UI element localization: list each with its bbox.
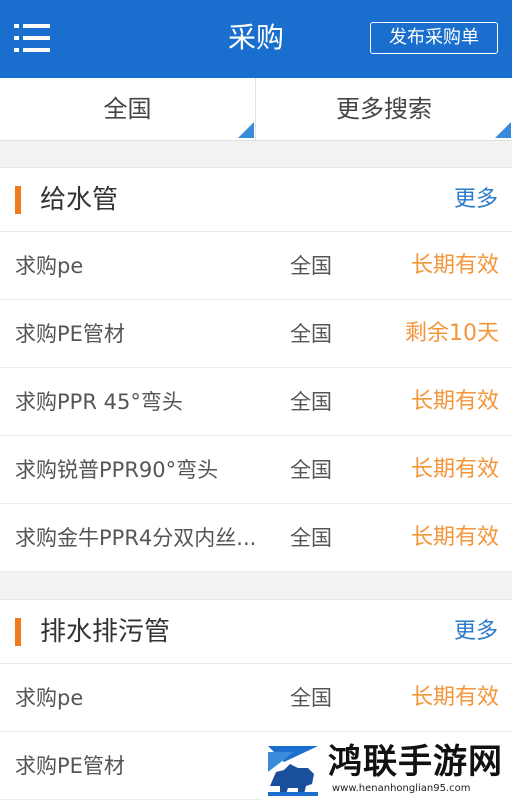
item-status: 剩余10天 bbox=[405, 321, 499, 346]
list-item[interactable]: 求购pe 全国 长期有效 bbox=[0, 232, 512, 300]
filter-bar: 全国 更多搜索 bbox=[0, 78, 512, 141]
site-watermark: 鸿联手游网 www.henanhonglian95.com bbox=[262, 740, 512, 800]
more-link[interactable]: 更多 bbox=[454, 616, 498, 648]
item-title: 求购PPR 45°弯头 bbox=[15, 390, 183, 414]
item-region: 全国 bbox=[290, 390, 332, 414]
section-marker bbox=[15, 186, 21, 214]
more-search-filter[interactable]: 更多搜索 bbox=[256, 78, 512, 140]
list-item[interactable]: 求购PPR 45°弯头 全国 长期有效 bbox=[0, 368, 512, 436]
dropdown-corner-icon bbox=[495, 122, 511, 138]
item-status: 长期有效 bbox=[410, 457, 499, 482]
item-title: 求购pe bbox=[15, 254, 84, 278]
item-title: 求购PE管材 bbox=[15, 322, 125, 346]
watermark-name: 鸿联手游网 bbox=[328, 742, 503, 782]
section-header: 给水管 更多 bbox=[0, 168, 512, 232]
section-header: 排水排污管 更多 bbox=[0, 600, 512, 664]
item-region: 全国 bbox=[290, 526, 332, 550]
list-item[interactable]: 求购金牛PPR4分双内丝... 全国 长期有效 bbox=[0, 504, 512, 572]
region-filter[interactable]: 全国 bbox=[0, 78, 256, 140]
item-region: 全国 bbox=[290, 254, 332, 278]
section-marker bbox=[15, 618, 21, 646]
item-title: 求购锐普PPR90°弯头 bbox=[15, 458, 219, 482]
more-link[interactable]: 更多 bbox=[454, 184, 498, 216]
bull-logo-icon bbox=[264, 742, 322, 798]
region-filter-label: 全国 bbox=[103, 95, 152, 123]
list-item[interactable]: 求购PE管材 全国 剩余10天 bbox=[0, 300, 512, 368]
item-region: 全国 bbox=[290, 686, 332, 710]
item-status: 长期有效 bbox=[410, 685, 499, 710]
section-water-supply-pipe: 给水管 更多 求购pe 全国 长期有效 求购PE管材 全国 剩余10天 求购PP… bbox=[0, 167, 512, 572]
item-title: 求购金牛PPR4分双内丝... bbox=[15, 526, 257, 550]
item-region: 全国 bbox=[290, 458, 332, 482]
item-status: 长期有效 bbox=[410, 253, 499, 278]
section-title: 给水管 bbox=[40, 185, 119, 215]
item-title: 求购pe bbox=[15, 686, 84, 710]
section-title: 排水排污管 bbox=[40, 617, 171, 647]
app-header: 采购 发布采购单 bbox=[0, 0, 512, 78]
item-title: 求购PE管材 bbox=[15, 754, 125, 778]
dropdown-corner-icon bbox=[238, 122, 254, 138]
item-region: 全国 bbox=[290, 322, 332, 346]
list-item[interactable]: 求购锐普PPR90°弯头 全国 长期有效 bbox=[0, 436, 512, 504]
publish-purchase-button[interactable]: 发布采购单 bbox=[370, 22, 498, 54]
item-status: 长期有效 bbox=[410, 389, 499, 414]
watermark-url: www.henanhonglian95.com bbox=[332, 783, 471, 794]
list-item[interactable]: 求购pe 全国 长期有效 bbox=[0, 664, 512, 732]
more-search-label: 更多搜索 bbox=[336, 95, 432, 123]
item-status: 长期有效 bbox=[410, 525, 499, 550]
